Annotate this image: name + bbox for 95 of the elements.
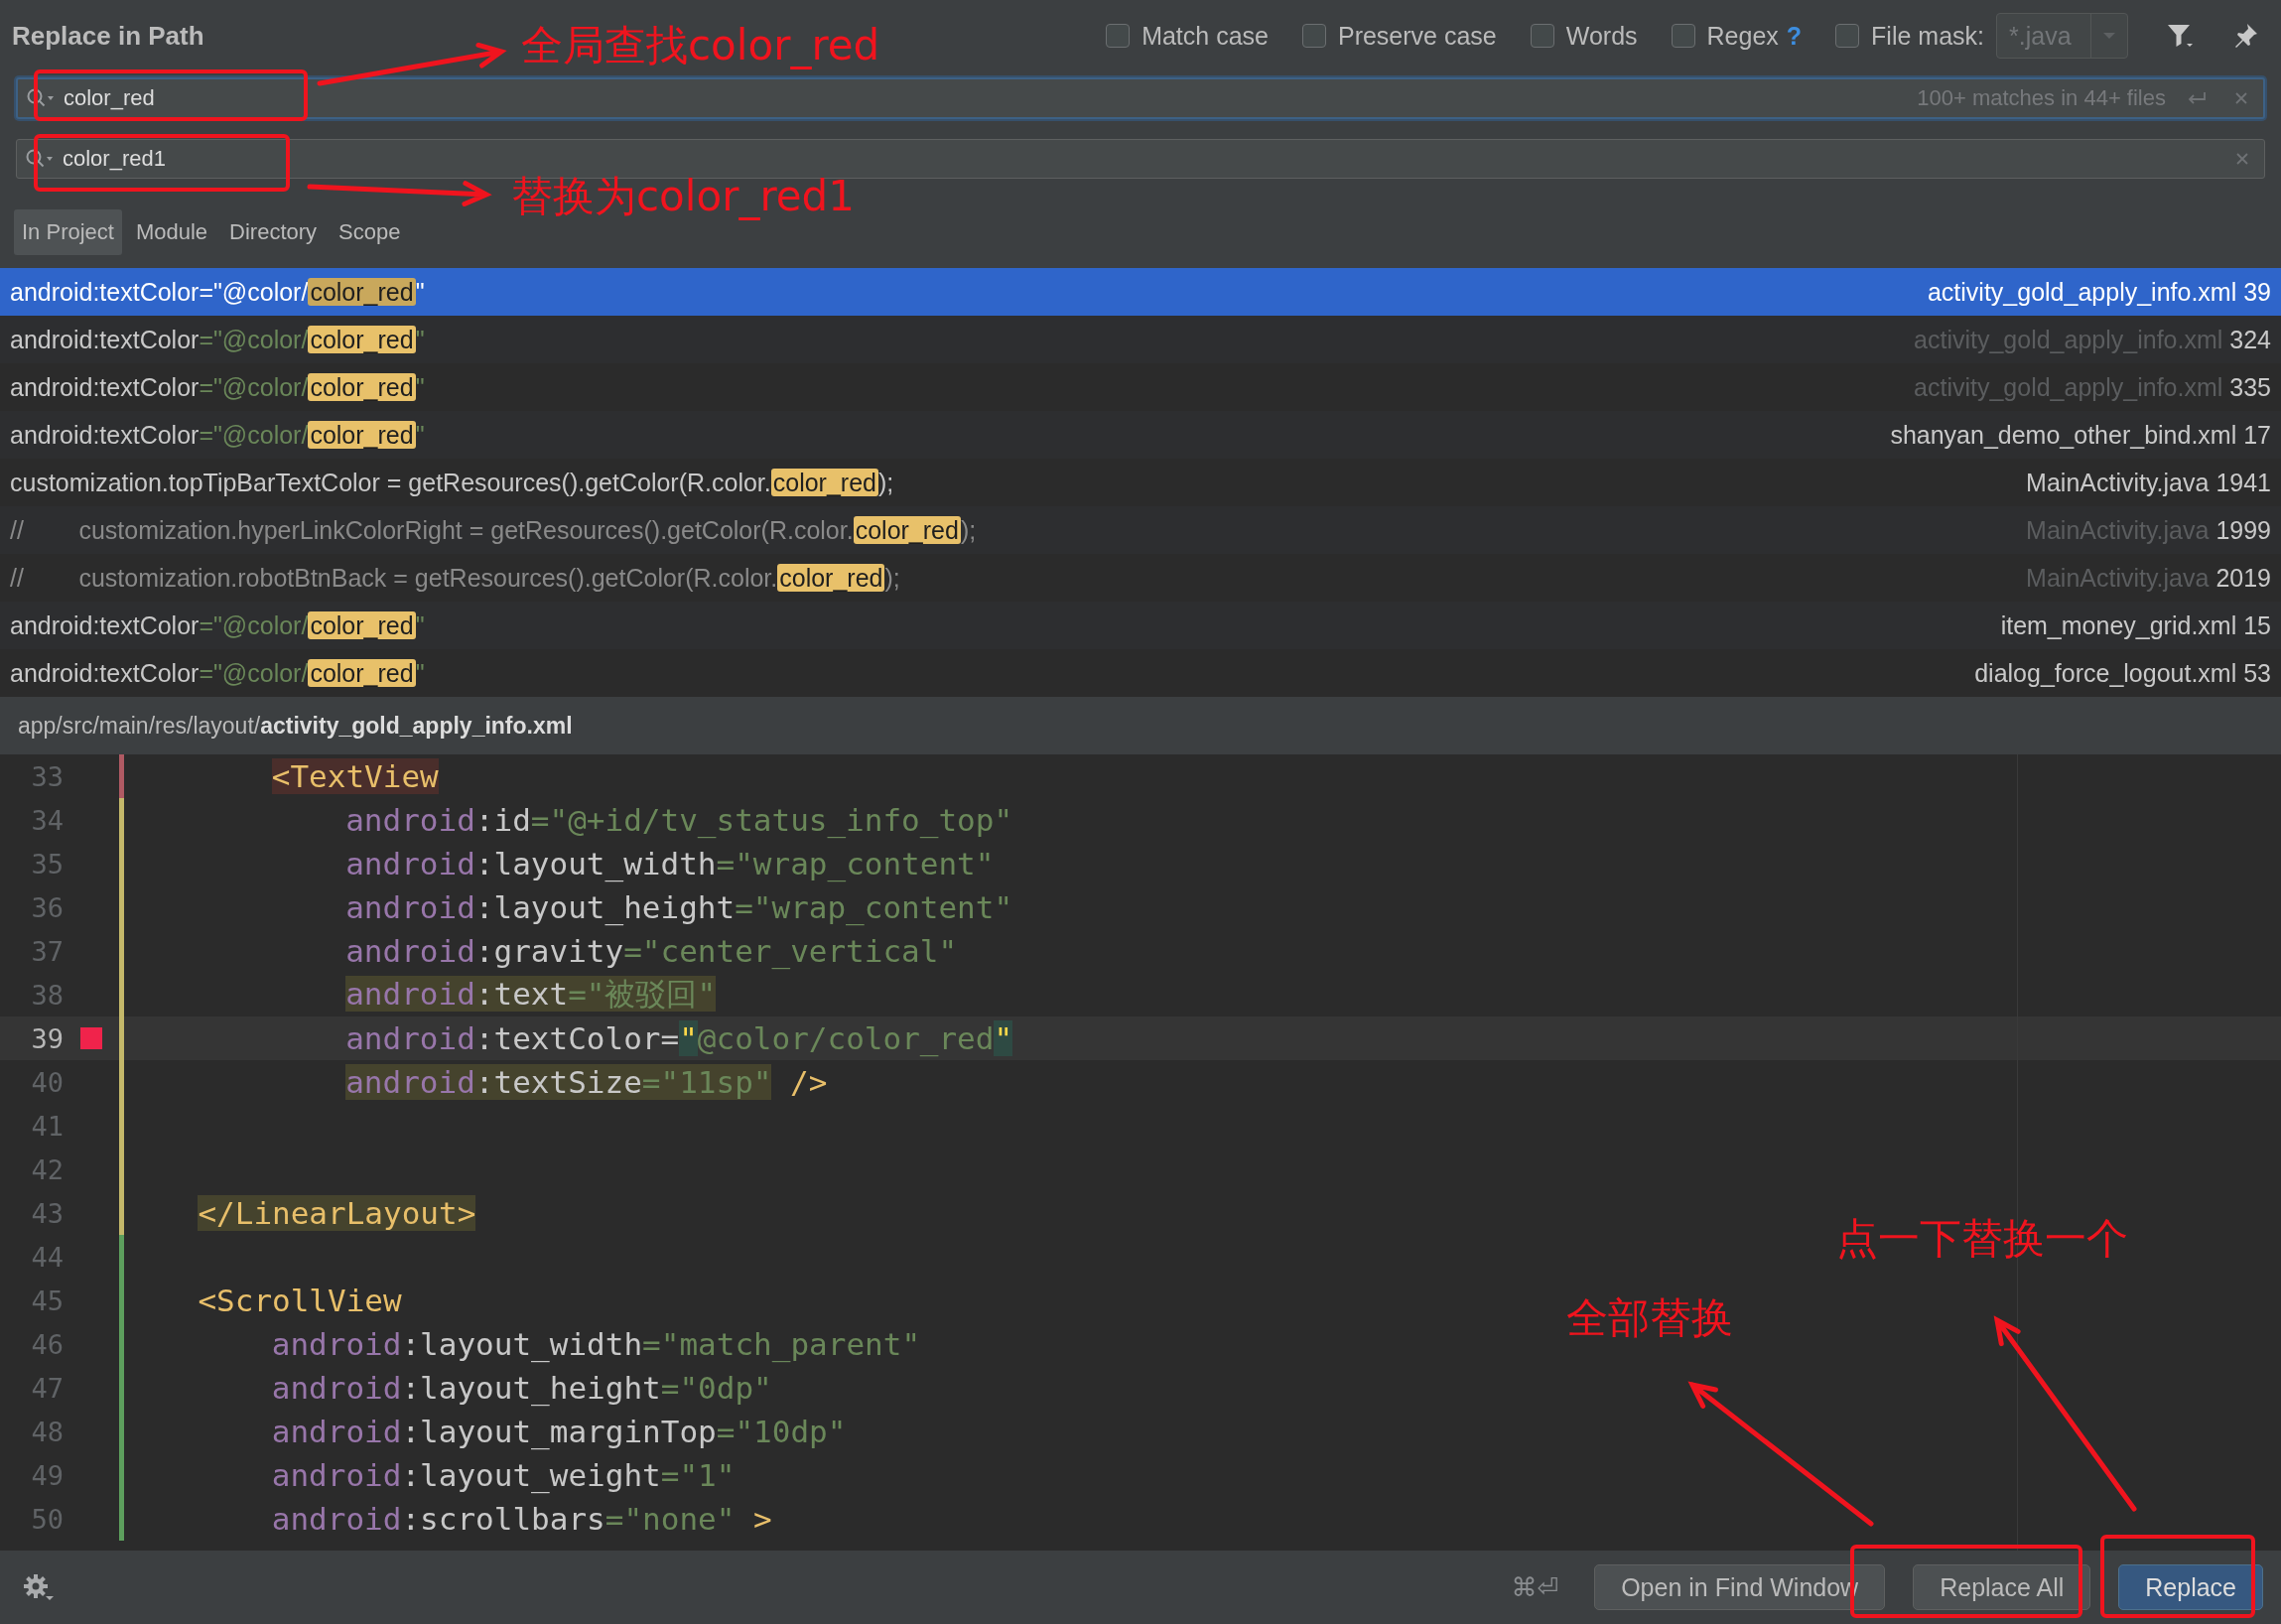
annotation-text: 点一下替换一个 <box>1836 1213 2128 1265</box>
line-number: 46 <box>30 1328 64 1360</box>
file-name: dialog_force_logout.xml <box>1974 658 2237 687</box>
code-text: android:layout_weight="1" <box>270 1457 736 1493</box>
code-snippet: // customization.hyperLinkColorRight = getResources().getColor(R.color.color_red); <box>10 515 978 545</box>
code-text: android:layout_marginTop="10dp" <box>270 1414 847 1449</box>
code-snippet: android:textColor="@color/color_red" <box>10 420 426 450</box>
option-label[interactable]: Preserve case <box>1337 21 1497 51</box>
file-name: item_money_grid.xml <box>2000 610 2237 639</box>
file-name: MainActivity.java <box>2026 468 2210 496</box>
code-snippet: android:textColor="@color/color_red" <box>10 372 426 402</box>
option-label[interactable]: Words <box>1565 21 1638 51</box>
code-snippet: // customization.robotBtnBack = getResources().getColor(R.color.color_red); <box>10 563 901 593</box>
breakpoint-icon[interactable] <box>80 1027 102 1049</box>
annotation-text: 全局查找color_red <box>521 20 880 71</box>
search-icon <box>25 148 55 170</box>
code-text: <ScrollView <box>197 1283 402 1318</box>
enter-icon <box>2186 90 2208 106</box>
line-number: 53 <box>2242 658 2271 687</box>
line-number: 15 <box>2242 610 2271 639</box>
code-snippet: android:textColor="@color/color_red" <box>10 277 426 307</box>
dialog-title: Replace in Path <box>12 20 204 52</box>
code-text: android:id="@+id/tv_status_info_top" <box>344 802 1013 838</box>
line-number: 42 <box>30 1153 64 1185</box>
change-marker[interactable] <box>119 754 124 798</box>
code-text: android:gravity="center_vertical" <box>344 933 958 969</box>
scope-tab[interactable]: Module <box>127 209 216 255</box>
code-snippet: android:textColor="@color/color_red" <box>10 610 426 640</box>
checkbox[interactable] <box>1106 24 1131 48</box>
line-number: 39 <box>2242 277 2271 306</box>
code-snippet: android:textColor="@color/color_red" <box>10 325 426 354</box>
option-label[interactable]: Regex <box>1706 21 1779 51</box>
line-number: 43 <box>30 1197 64 1229</box>
code-text: android:scrollbars="none" > <box>270 1501 772 1537</box>
code-text: </LinearLayout> <box>197 1195 476 1231</box>
code-text: android:text="被驳回" <box>344 975 717 1014</box>
line-number: 38 <box>30 979 64 1011</box>
result-row[interactable]: android:textColor="@color/color_red" item_money_grid.xml 15 <box>0 602 2281 649</box>
line-number: 37 <box>30 935 64 967</box>
code-text: <TextView <box>270 758 439 794</box>
line-number: 324 <box>2228 325 2271 353</box>
shortcut-hint: ⌘⏎ <box>1511 1572 1559 1602</box>
line-number: 48 <box>30 1416 64 1447</box>
filter-icon <box>2166 22 2194 50</box>
checkbox[interactable] <box>1671 24 1695 48</box>
code-text: android:textSize="11sp" /> <box>344 1064 828 1100</box>
line-number: 41 <box>30 1110 64 1142</box>
result-row[interactable]: android:textColor="@color/color_red" activity_gold_apply_info.xml 39 <box>0 268 2281 316</box>
line-number: 34 <box>30 804 64 836</box>
line-number: 47 <box>30 1372 64 1404</box>
code-text: android:layout_width="wrap_content" <box>344 846 995 881</box>
scope-tab[interactable]: Directory <box>221 209 326 255</box>
checkbox[interactable] <box>1530 24 1554 48</box>
code-text: android:layout_height="wrap_content" <box>344 889 1013 925</box>
line-number: 1999 <box>2214 515 2271 544</box>
change-marker[interactable] <box>119 1235 124 1279</box>
scope-tab[interactable]: In Project <box>14 209 122 255</box>
checkbox[interactable] <box>1835 24 1860 48</box>
line-number: 44 <box>30 1241 64 1273</box>
line-number: 2019 <box>2214 563 2271 592</box>
settings-icon <box>22 1572 56 1602</box>
code-snippet: android:textColor="@color/color_red" <box>10 658 426 688</box>
checkbox[interactable] <box>1301 24 1326 48</box>
line-number: 45 <box>30 1285 64 1316</box>
option-label[interactable]: File mask: <box>1871 21 1984 51</box>
line-number: 1941 <box>2214 468 2271 496</box>
code-text: android:textColor="@color/color_red" <box>344 1020 1013 1056</box>
search-icon <box>26 87 56 109</box>
change-marker[interactable] <box>119 1497 124 1541</box>
line-number: 35 <box>30 848 64 880</box>
line-number: 49 <box>30 1459 64 1491</box>
code-text: android:layout_height="0dp" <box>270 1370 772 1406</box>
file-path: app/src/main/res/layout/activity_gold_apply_info.xml <box>18 712 573 740</box>
file-name: activity_gold_apply_info.xml <box>1927 277 2237 306</box>
clear-icon <box>2234 151 2250 167</box>
action-button[interactable]: Replace All <box>1913 1564 2091 1610</box>
line-number: 33 <box>30 760 64 792</box>
clear-icon <box>2233 90 2249 106</box>
line-number: 335 <box>2228 372 2271 401</box>
line-number: 36 <box>30 891 64 923</box>
line-number: 17 <box>2242 420 2271 449</box>
line-number: 50 <box>30 1503 64 1535</box>
annotation-text: 全部替换 <box>1566 1292 1733 1344</box>
line-number: 40 <box>30 1066 64 1098</box>
file-name: shanyan_demo_other_bind.xml <box>1890 420 2237 449</box>
result-row[interactable]: android:textColor="@color/color_red" shanyan_demo_other_bind.xml 17 <box>0 411 2281 459</box>
code-snippet: customization.topTipBarTextColor = getResources().getColor(R.color.color_red); <box>10 468 895 497</box>
scope-tab[interactable]: Scope <box>331 209 409 255</box>
line-number: 39 <box>30 1022 64 1054</box>
help-link[interactable]: ? <box>1786 21 1803 51</box>
action-button[interactable]: Replace <box>2118 1564 2263 1610</box>
code-text: android:layout_width="match_parent" <box>270 1326 921 1362</box>
change-marker[interactable] <box>119 798 124 842</box>
option-label[interactable]: Match case <box>1141 21 1269 51</box>
change-marker[interactable] <box>119 1191 124 1235</box>
